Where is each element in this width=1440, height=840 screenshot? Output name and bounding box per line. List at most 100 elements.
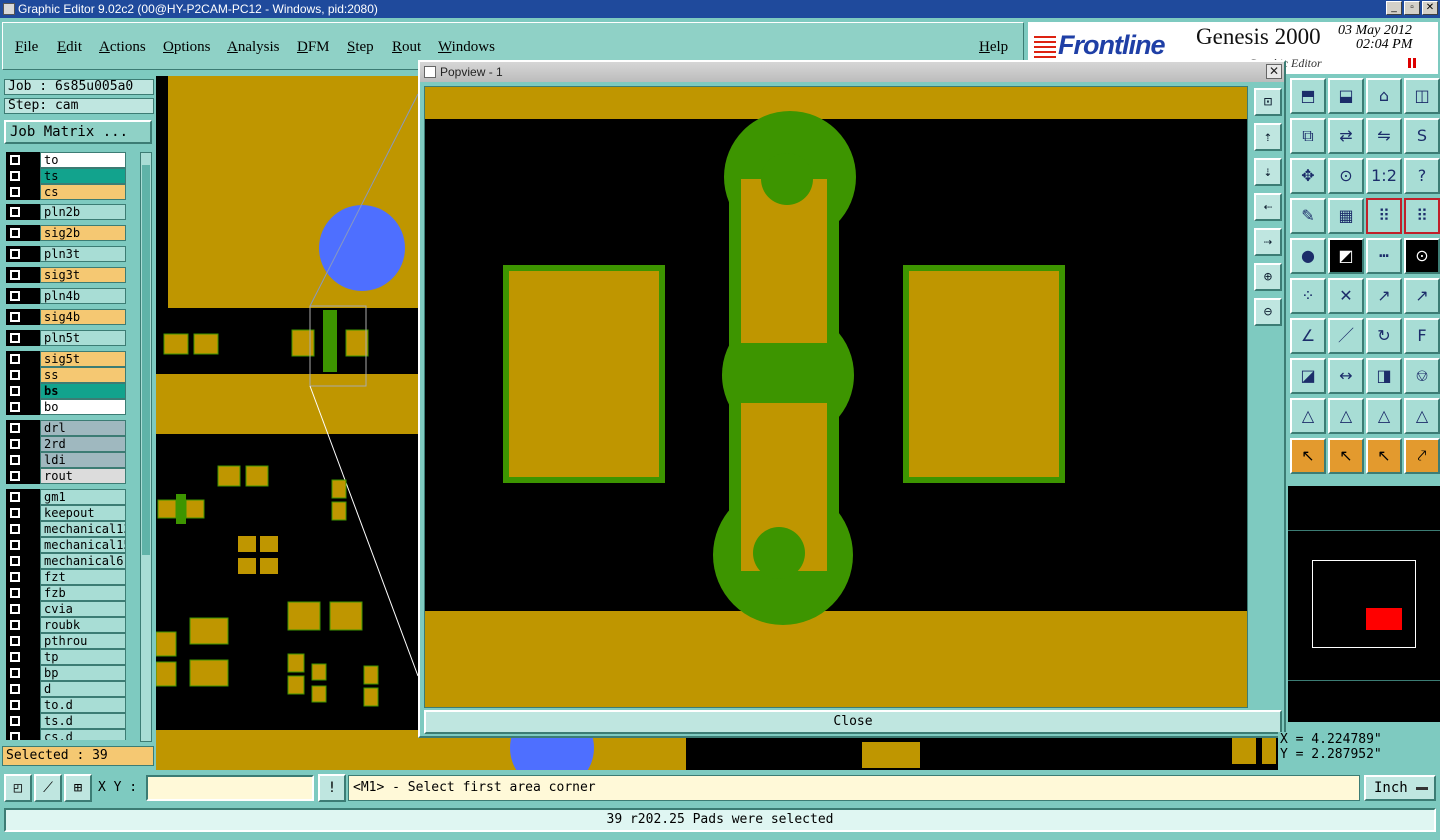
- menu-file[interactable]: File: [15, 39, 38, 56]
- layer-name[interactable]: mechanical6: [40, 553, 126, 569]
- layer-name[interactable]: pln5t: [40, 330, 126, 346]
- layer-row-pthrou[interactable]: pthrou: [6, 633, 126, 649]
- layer-checkbox[interactable]: [10, 155, 20, 165]
- layer-name[interactable]: cvia: [40, 601, 126, 617]
- zoom-out-icon[interactable]: ⊖: [1254, 298, 1282, 326]
- text-icon[interactable]: F: [1404, 318, 1440, 354]
- layer-row-gm1[interactable]: gm1: [6, 489, 126, 505]
- layer-checkbox[interactable]: [10, 291, 20, 301]
- menu-actions[interactable]: Actions: [99, 39, 146, 56]
- layer-name[interactable]: drl: [40, 420, 126, 436]
- layer-name[interactable]: gm1: [40, 489, 126, 505]
- layer-name[interactable]: sig4b: [40, 309, 126, 325]
- popview-close-button[interactable]: Close: [424, 710, 1282, 734]
- layer-name[interactable]: sig5t: [40, 351, 126, 367]
- layer-checkbox[interactable]: [10, 270, 20, 280]
- add-line-icon[interactable]: ◩: [1328, 238, 1364, 274]
- layer-row-tp[interactable]: tp: [6, 649, 126, 665]
- layer-name[interactable]: fzt: [40, 569, 126, 585]
- connect-nodes-icon[interactable]: ⁘: [1290, 278, 1326, 314]
- menu-dfm[interactable]: DFM: [297, 39, 330, 56]
- layer-name[interactable]: pln3t: [40, 246, 126, 262]
- layer-checkbox[interactable]: [10, 684, 20, 694]
- layer-name[interactable]: cs: [40, 184, 126, 200]
- layer-name[interactable]: 2rd: [40, 436, 126, 452]
- layer-name[interactable]: bp: [40, 665, 126, 681]
- zoom-fit-icon[interactable]: ⊡: [1254, 88, 1282, 116]
- grid-icon[interactable]: ▦: [1328, 198, 1364, 234]
- layer-name[interactable]: d: [40, 681, 126, 697]
- layer-name[interactable]: ts.d: [40, 713, 126, 729]
- select-arrow-icon[interactable]: ↖: [1290, 438, 1326, 474]
- layer-checkbox[interactable]: [10, 402, 20, 412]
- menu-analysis[interactable]: Analysis: [227, 39, 280, 56]
- triangle-c-icon[interactable]: △: [1366, 398, 1402, 434]
- layer-name[interactable]: tp: [40, 649, 126, 665]
- layer-checkbox[interactable]: [10, 620, 20, 630]
- layer-row-bo[interactable]: bo: [6, 399, 126, 415]
- layer-row-mechanical13[interactable]: mechanical13: [6, 521, 126, 537]
- layer-row-bs[interactable]: bs: [6, 383, 126, 399]
- layer-row-sig3t[interactable]: sig3t: [6, 267, 126, 283]
- layer-row-sig4b[interactable]: sig4b: [6, 309, 126, 325]
- layer-row-pln4b[interactable]: pln4b: [6, 288, 126, 304]
- layer-row-cs[interactable]: cs: [6, 184, 126, 200]
- add-pad-icon[interactable]: ●: [1290, 238, 1326, 274]
- layer-row-2rd[interactable]: 2rd: [6, 436, 126, 452]
- units-select[interactable]: Inch: [1364, 775, 1436, 801]
- layer-list-scrollbar[interactable]: [140, 152, 152, 742]
- layer-row-ldi[interactable]: ldi: [6, 452, 126, 468]
- layer-row-pln5t[interactable]: pln5t: [6, 330, 126, 346]
- layer-row-pln3t[interactable]: pln3t: [6, 246, 126, 262]
- layer-checkbox[interactable]: [10, 354, 20, 364]
- layer-row-keepout[interactable]: keepout: [6, 505, 126, 521]
- angle-icon[interactable]: ∠: [1290, 318, 1326, 354]
- layer-checkbox[interactable]: [10, 228, 20, 238]
- layer-checkbox[interactable]: [10, 556, 20, 566]
- layer-name[interactable]: mechanical15: [40, 537, 126, 553]
- snap-pad-icon[interactable]: ⊙: [1404, 238, 1440, 274]
- layer-name[interactable]: fzb: [40, 585, 126, 601]
- mirror-icon[interactable]: ⇋: [1366, 118, 1402, 154]
- layer-colors-icon[interactable]: ⠿: [1366, 198, 1402, 234]
- snap-corner-icon[interactable]: ◰: [4, 774, 32, 802]
- menu-windows[interactable]: Windows: [438, 39, 495, 56]
- triangle-b-icon[interactable]: △: [1328, 398, 1364, 434]
- cut-icon[interactable]: ◨: [1366, 358, 1402, 394]
- copy-icon[interactable]: ⧉: [1290, 118, 1326, 154]
- layer-checkbox[interactable]: [10, 423, 20, 433]
- layer-checkbox[interactable]: [10, 604, 20, 614]
- menu-options[interactable]: Options: [163, 39, 211, 56]
- layer-checkbox[interactable]: [10, 540, 20, 550]
- layer-checkbox[interactable]: [10, 732, 20, 740]
- layer-checkbox[interactable]: [10, 386, 20, 396]
- layer-checkbox[interactable]: [10, 652, 20, 662]
- layer-row-cs.d[interactable]: cs.d: [6, 729, 126, 740]
- layer-name[interactable]: ldi: [40, 452, 126, 468]
- layer-checkbox[interactable]: [10, 249, 20, 259]
- layer-row-bp[interactable]: bp: [6, 665, 126, 681]
- window-split-icon[interactable]: ◫: [1404, 78, 1440, 114]
- layer-checkbox[interactable]: [10, 171, 20, 181]
- layer-row-ts.d[interactable]: ts.d: [6, 713, 126, 729]
- scrollbar-thumb[interactable]: [142, 165, 150, 555]
- rotate-icon[interactable]: S: [1404, 118, 1440, 154]
- delete-node-icon[interactable]: ✕: [1328, 278, 1364, 314]
- overview-map[interactable]: [1288, 486, 1440, 722]
- layer-checkbox[interactable]: [10, 370, 20, 380]
- snap-edge-icon[interactable]: ⟋: [34, 774, 62, 802]
- menu-step[interactable]: Step: [347, 39, 374, 56]
- layer-checkbox[interactable]: [10, 187, 20, 197]
- grid-snap-icon[interactable]: ⊞: [64, 774, 92, 802]
- layer-checkbox[interactable]: [10, 455, 20, 465]
- layer-name[interactable]: pthrou: [40, 633, 126, 649]
- close-window-button[interactable]: ✕: [1422, 1, 1438, 15]
- arc-icon[interactable]: ↻: [1366, 318, 1402, 354]
- layer-name[interactable]: roubk: [40, 617, 126, 633]
- stretch-icon[interactable]: ↔: [1328, 358, 1364, 394]
- layer-checkbox[interactable]: [10, 439, 20, 449]
- layer-row-fzt[interactable]: fzt: [6, 569, 126, 585]
- layer-row-fzb[interactable]: fzb: [6, 585, 126, 601]
- layer-checkbox[interactable]: [10, 333, 20, 343]
- layer-row-mechanical6[interactable]: mechanical6: [6, 553, 126, 569]
